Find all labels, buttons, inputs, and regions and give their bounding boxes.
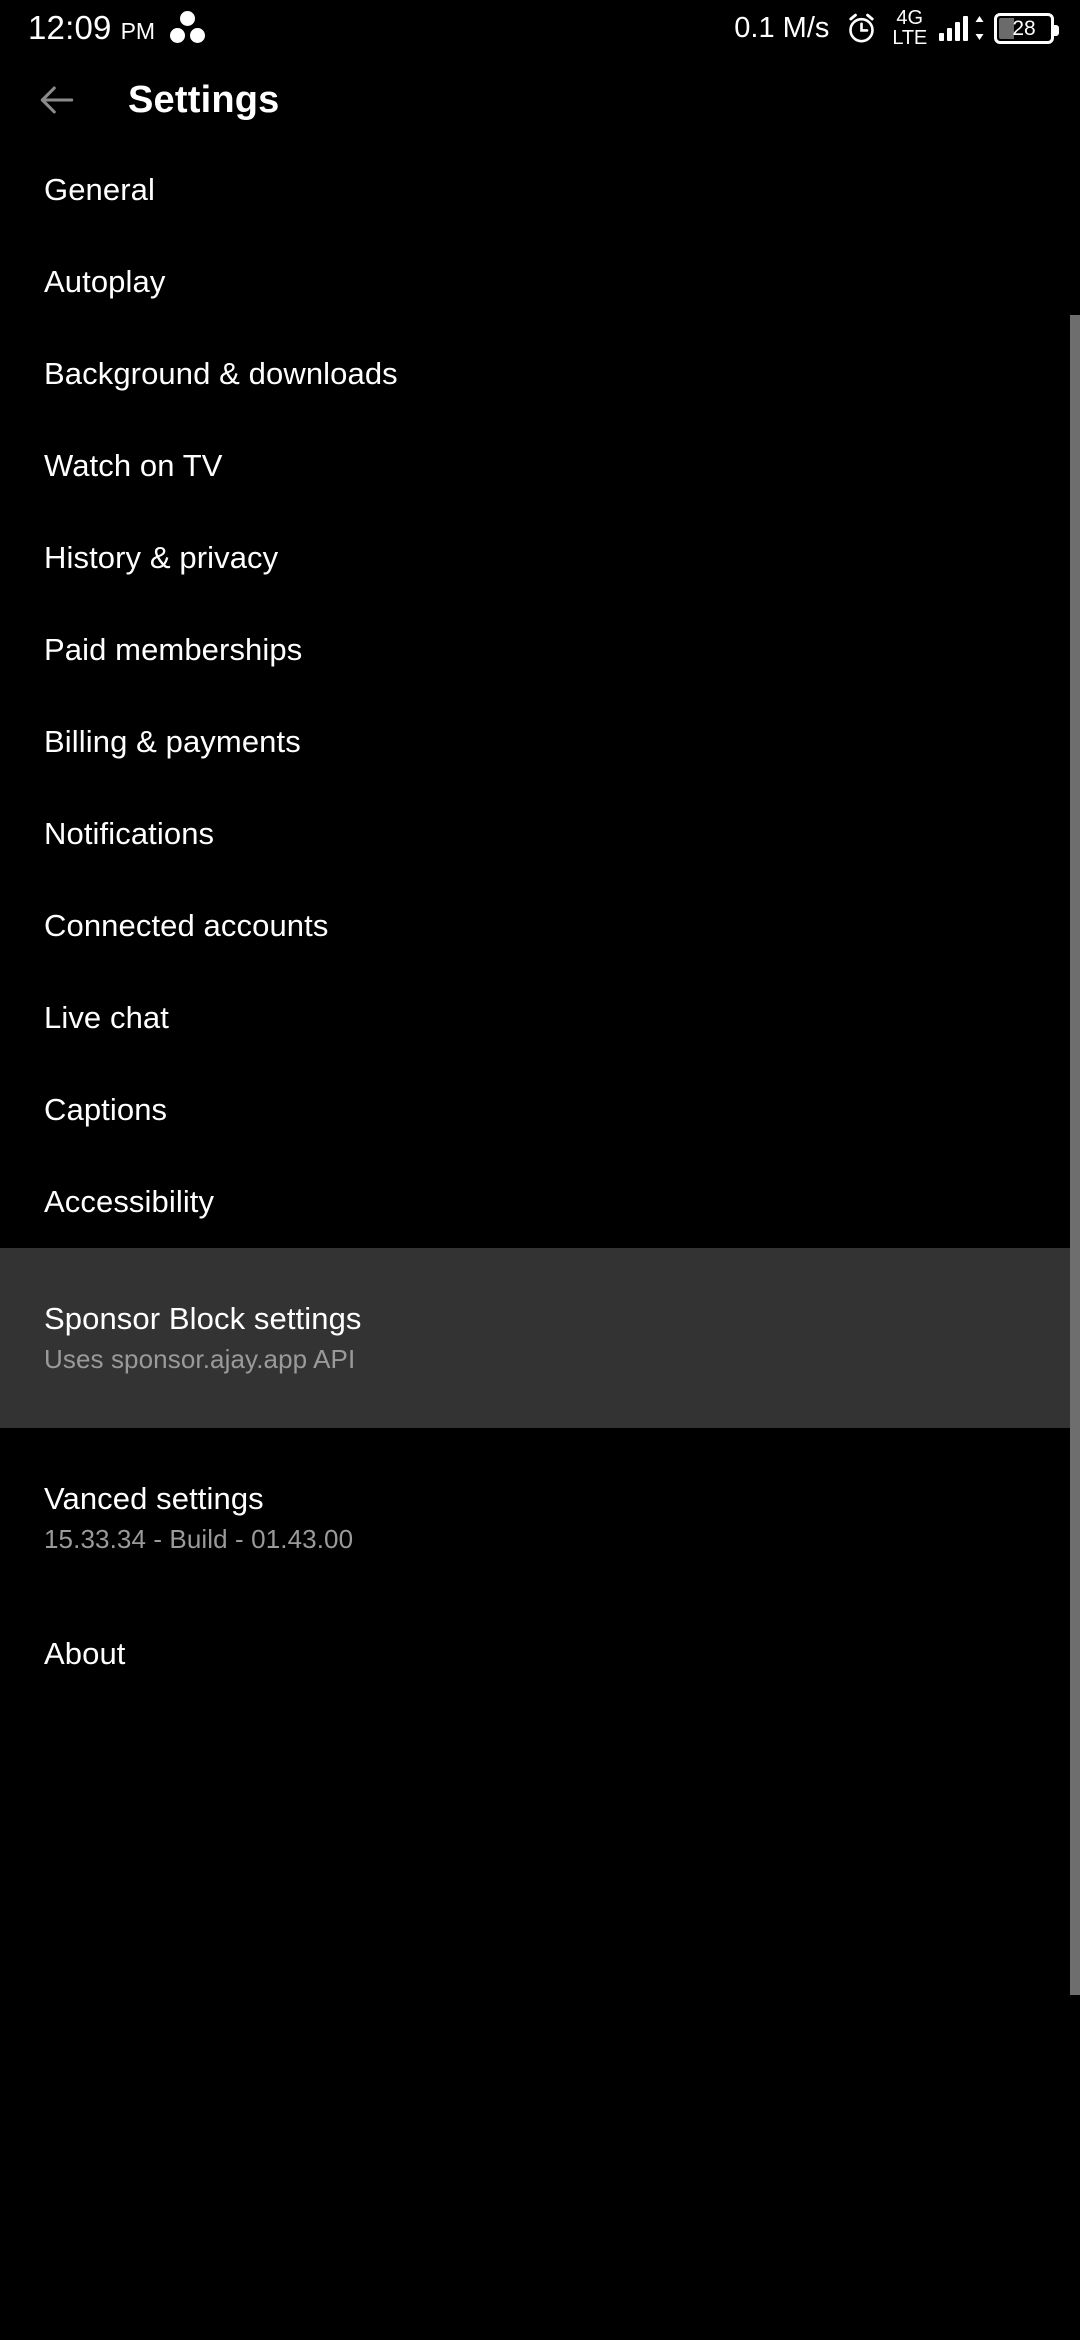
settings-list-item[interactable]: Vanced settings 15.33.34 - Build - 01.43.… — [0, 1428, 1080, 1608]
settings-item-label: Billing & payments — [44, 724, 301, 760]
settings-list-item[interactable]: Accessibility — [0, 1156, 1080, 1248]
arrow-left-icon — [35, 78, 79, 122]
settings-item-label: General — [44, 172, 155, 208]
network-speed-indicator: 0.1 M/s — [734, 11, 830, 44]
settings-item-label: Watch on TV — [44, 448, 223, 484]
settings-item-label: Accessibility — [44, 1184, 215, 1220]
back-button[interactable] — [14, 57, 100, 143]
scrollbar-thumb[interactable] — [1070, 315, 1080, 1995]
settings-list-item[interactable]: Background & downloads — [0, 328, 1080, 420]
settings-list: General Autoplay Background & downloads Wat… — [0, 144, 1080, 1700]
settings-list-item[interactable]: Live chat — [0, 972, 1080, 1064]
three-dots-icon — [169, 11, 207, 45]
settings-item-label: Vanced settings — [44, 1480, 264, 1516]
status-bar-left: 12:09 PM — [28, 11, 207, 45]
settings-list-item[interactable]: Notifications — [0, 788, 1080, 880]
settings-list-item[interactable]: Autoplay — [0, 236, 1080, 328]
status-time-period: PM — [120, 18, 156, 44]
settings-list-item[interactable]: Watch on TV — [0, 420, 1080, 512]
status-time: 12:09 — [28, 9, 112, 46]
settings-list-item[interactable]: Billing & payments — [0, 696, 1080, 788]
up-down-arrows-icon — [973, 15, 986, 41]
settings-item-label: Autoplay — [44, 264, 166, 300]
settings-item-label: Background & downloads — [44, 356, 398, 392]
status-bar-right: 0.1 M/s 4G LTE 28 — [734, 8, 1059, 48]
alarm-clock-icon — [845, 12, 878, 45]
network-standard-label: LTE — [892, 27, 927, 49]
network-generation-label: 4G — [896, 7, 924, 29]
settings-item-label: Live chat — [44, 1000, 169, 1036]
settings-list-item[interactable]: Sponsor Block settings Uses sponsor.ajay.… — [0, 1248, 1080, 1428]
settings-item-label: Paid memberships — [44, 632, 303, 668]
settings-list-item[interactable]: Paid memberships — [0, 604, 1080, 696]
settings-item-label: Connected accounts — [44, 908, 329, 944]
battery-percentage-label: 28 — [1012, 16, 1036, 40]
battery-icon: 28 — [994, 12, 1059, 44]
settings-item-label: Sponsor Block settings — [44, 1300, 362, 1336]
settings-item-label: Captions — [44, 1092, 168, 1128]
signal-bars-icon — [939, 15, 968, 41]
settings-item-label: History & privacy — [44, 540, 279, 576]
settings-item-subtitle: Uses sponsor.ajay.app API — [44, 1344, 356, 1375]
page-title: Settings — [128, 78, 280, 121]
settings-list-item[interactable]: History & privacy — [0, 512, 1080, 604]
settings-list-item[interactable]: Captions — [0, 1064, 1080, 1156]
settings-item-label: About — [44, 1636, 126, 1672]
scrollbar-track[interactable] — [1070, 144, 1080, 2340]
settings-list-item[interactable]: About — [0, 1608, 1080, 1700]
network-type-indicator: 4G LTE — [892, 8, 927, 48]
settings-list-item[interactable]: General — [0, 144, 1080, 236]
status-bar: 12:09 PM 0.1 M/s 4G LTE 28 — [0, 0, 1080, 56]
settings-item-label: Notifications — [44, 816, 215, 852]
app-bar: Settings — [0, 56, 1080, 144]
settings-list-item[interactable]: Connected accounts — [0, 880, 1080, 972]
settings-item-subtitle: 15.33.34 - Build - 01.43.00 — [44, 1524, 354, 1555]
